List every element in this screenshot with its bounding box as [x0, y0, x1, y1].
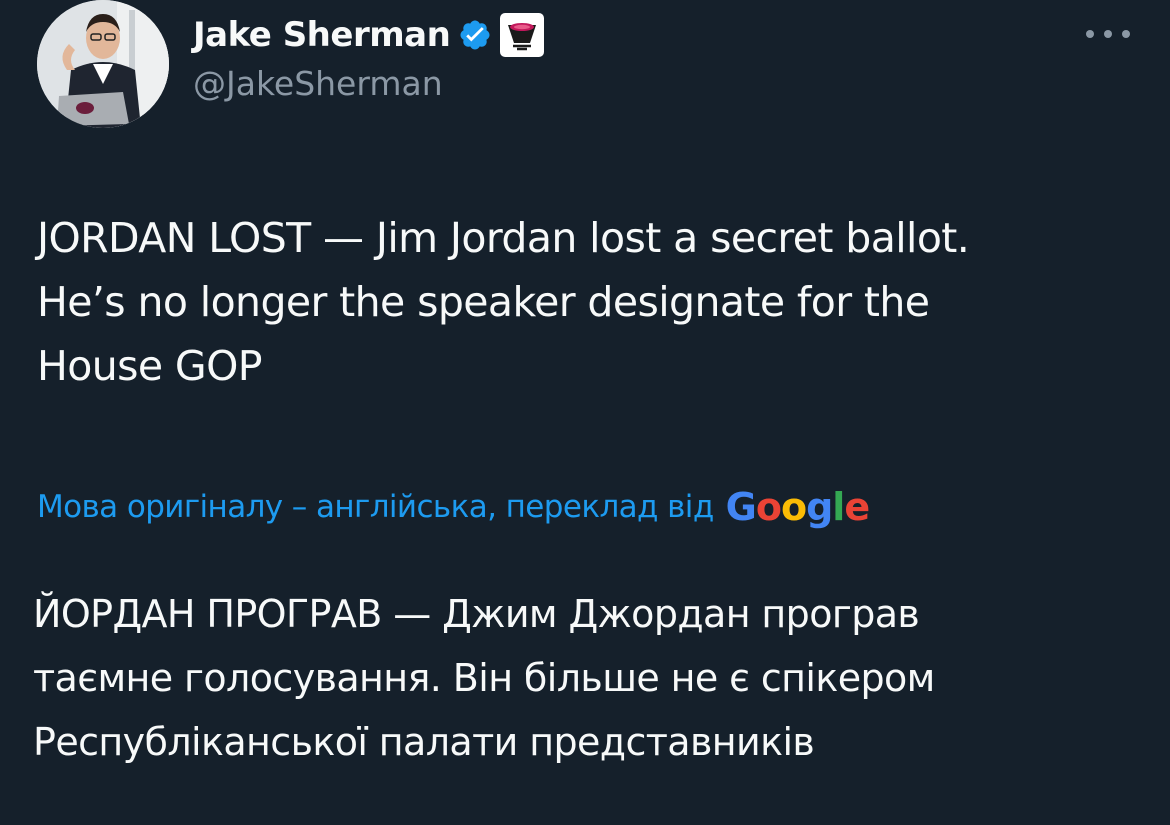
- google-logo-letter: g: [806, 485, 833, 529]
- author-block: Jake Sherman @JakeSherman: [193, 12, 545, 103]
- translated-text-line: Республіканської палати представників: [33, 720, 815, 764]
- google-logo: G o o g l e: [725, 485, 870, 529]
- tweet-text: JORDAN LOST — Jim Jordan lost a secret b…: [37, 206, 1147, 398]
- more-options-icon[interactable]: [1086, 22, 1130, 46]
- translated-text-line: ЙОРДАН ПРОГРАВ — Джим Джордан програв: [33, 592, 920, 636]
- author-display-name[interactable]: Jake Sherman: [193, 15, 451, 55]
- translation-attribution[interactable]: Мова оригіналу – англійська, переклад ві…: [37, 485, 870, 529]
- google-logo-letter: e: [844, 485, 870, 529]
- verified-badge-icon[interactable]: [458, 18, 492, 52]
- tweet-text-line: House GOP: [37, 342, 262, 390]
- author-name-row: Jake Sherman: [193, 12, 545, 58]
- translated-text: ЙОРДАН ПРОГРАВ — Джим Джордан програв та…: [33, 582, 1143, 774]
- affiliation-badge-icon[interactable]: [500, 13, 545, 57]
- more-dot: [1122, 30, 1130, 38]
- translation-note[interactable]: Мова оригіналу – англійська, переклад ві…: [37, 489, 714, 525]
- google-logo-letter: o: [755, 485, 782, 529]
- avatar[interactable]: [37, 0, 169, 128]
- more-dot: [1086, 30, 1094, 38]
- more-dot: [1104, 30, 1112, 38]
- translated-text-line: таємне голосування. Він більше не є спік…: [33, 656, 935, 700]
- google-logo-letter: l: [832, 485, 845, 529]
- tweet-text-line: He’s no longer the speaker designate for…: [37, 278, 930, 326]
- tweet-text-line: JORDAN LOST — Jim Jordan lost a secret b…: [37, 214, 970, 262]
- tweet-card: Jake Sherman @JakeSherman JORDAN LOST — …: [0, 0, 1170, 825]
- author-handle[interactable]: @JakeSherman: [193, 64, 544, 103]
- google-logo-letter: o: [780, 485, 807, 529]
- google-logo-letter: G: [725, 485, 757, 529]
